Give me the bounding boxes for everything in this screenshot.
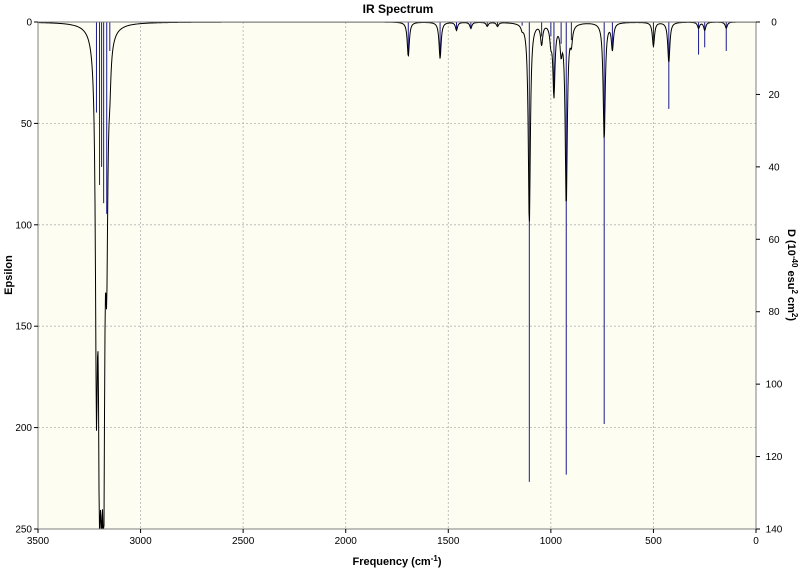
y-tick-label: 50 bbox=[21, 119, 33, 130]
y-tick-label: 250 bbox=[15, 525, 32, 536]
y2-tick-label: 0 bbox=[771, 18, 777, 29]
plot-area bbox=[38, 22, 756, 529]
x-tick-label: 2000 bbox=[335, 536, 358, 547]
y-tick-label: 200 bbox=[15, 423, 32, 434]
y2-axis-label: D (10-40 esu2 cm2) bbox=[785, 229, 799, 321]
y2-tick-label: 60 bbox=[768, 235, 780, 246]
chart-svg: IR Spectrum 3500 3000 2500 2000 1500 1000 500 0… bbox=[3, 2, 799, 568]
x-tick-label: 1000 bbox=[540, 536, 563, 547]
y2-tick-label: 140 bbox=[766, 525, 783, 536]
x-tick-label: 1500 bbox=[437, 536, 460, 547]
y2-axis-ticks: 0 20 40 60 80 100 120 140 bbox=[756, 18, 783, 536]
x-tick-label: 0 bbox=[753, 536, 759, 547]
ir-spectrum-chart: IR Spectrum 3500 3000 2500 2000 1500 1000 500 0… bbox=[0, 0, 800, 569]
chart-title: IR Spectrum bbox=[363, 2, 434, 16]
x-tick-label: 500 bbox=[645, 536, 662, 547]
y-axis-label: Epsilon bbox=[3, 255, 15, 295]
y-tick-label: 0 bbox=[26, 18, 32, 29]
y2-tick-label: 20 bbox=[768, 90, 780, 101]
y-tick-label: 150 bbox=[15, 322, 32, 333]
y-tick-label: 100 bbox=[15, 220, 32, 231]
x-tick-label: 2500 bbox=[232, 536, 255, 547]
y2-tick-label: 100 bbox=[766, 380, 783, 391]
x-axis-ticks: 3500 3000 2500 2000 1500 1000 500 0 bbox=[27, 529, 759, 547]
x-tick-label: 3000 bbox=[129, 536, 152, 547]
y2-tick-label: 120 bbox=[766, 452, 783, 463]
y2-tick-label: 40 bbox=[768, 162, 780, 173]
x-tick-label: 3500 bbox=[27, 536, 50, 547]
x-axis-label: Frequency (cm-1) bbox=[352, 554, 441, 568]
y2-tick-label: 80 bbox=[768, 307, 780, 318]
y-axis-ticks: 0 50 100 150 200 250 bbox=[15, 18, 38, 536]
